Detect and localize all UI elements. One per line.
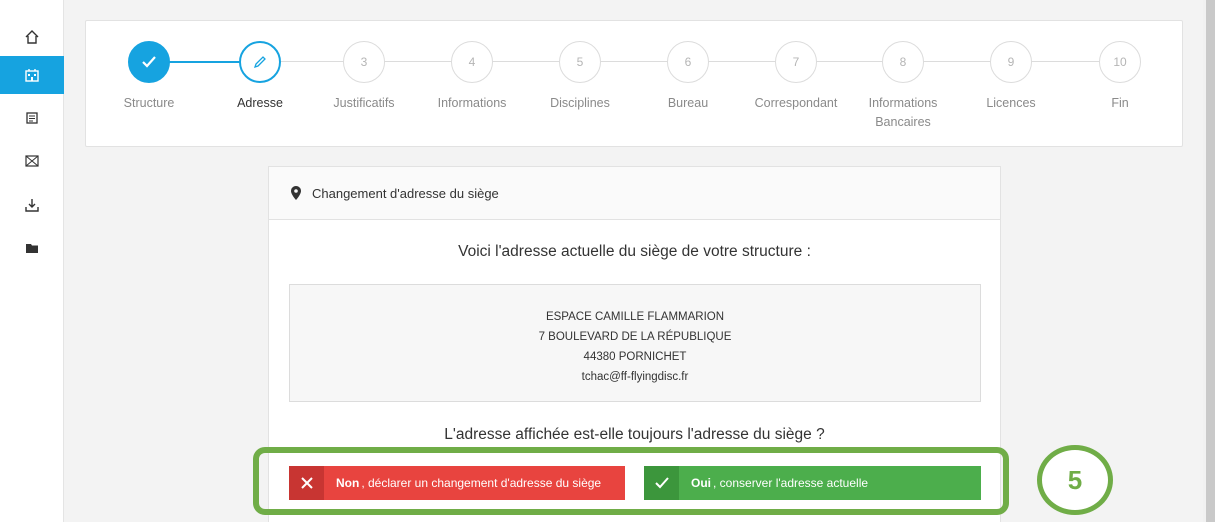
address-email: tchac@ff-flyingdisc.fr [581, 371, 689, 383]
step-structure[interactable]: Structure [94, 41, 204, 113]
check-icon [142, 56, 156, 68]
step-label: Licences [986, 96, 1036, 110]
step-label: Adresse [237, 96, 283, 110]
panel-title: Changement d'adresse du siège [312, 185, 499, 201]
step-label-line1: Informations [868, 96, 938, 110]
sidebar-item-downloads[interactable] [0, 186, 64, 224]
sidebar-item-files[interactable] [0, 229, 64, 267]
step-number: 3 [343, 41, 385, 83]
step-label: Disciplines [550, 96, 610, 110]
scrollbar-thumb[interactable] [1206, 0, 1215, 522]
step-number: 5 [559, 41, 601, 83]
step-number: 9 [990, 41, 1032, 83]
sidebar [0, 0, 64, 522]
address-intro-text: Voici l'adresse actuelle du siège de vot… [458, 243, 811, 260]
step-label: Structure [123, 96, 175, 110]
step-number: 4 [451, 41, 493, 83]
folder-icon [26, 244, 38, 253]
step-number: 10 [1099, 41, 1141, 83]
step-done-circle [128, 41, 170, 83]
annotation-highlight-box [253, 447, 1009, 515]
address-line-2: 7 BOULEVARD DE LA RÉPUBLIQUE [538, 331, 732, 343]
download-tray-icon [25, 199, 39, 212]
address-line-3: 44380 PORNICHET [583, 351, 687, 363]
page-scrollbar[interactable] [1203, 0, 1215, 522]
sidebar-item-structure[interactable] [0, 56, 64, 94]
step-label: Bureau [667, 96, 709, 110]
step-number: 6 [667, 41, 709, 83]
address-question: L'adresse affichée est-elle toujours l'a… [444, 426, 825, 443]
current-address-box: ESPACE CAMILLE FLAMMARION 7 BOULEVARD DE… [289, 284, 981, 402]
step-justificatifs[interactable]: 3 Justificatifs [309, 41, 419, 113]
step-adresse[interactable]: Adresse [205, 41, 315, 113]
step-informations[interactable]: 4 Informations [417, 41, 527, 113]
step-number: 8 [882, 41, 924, 83]
step-label: Informations Bancaires [848, 94, 958, 132]
sidebar-item-home[interactable] [0, 18, 64, 56]
step-informations-bancaires[interactable]: 8 Informations Bancaires [848, 41, 958, 132]
pencil-icon [253, 56, 266, 69]
sidebar-item-documents[interactable] [0, 99, 64, 137]
sidebar-item-competitions[interactable] [0, 142, 64, 180]
step-label: Justificatifs [333, 96, 395, 110]
step-label: Fin [1111, 96, 1129, 110]
step-licences[interactable]: 9 Licences [956, 41, 1066, 113]
panel-header: Changement d'adresse du siège [269, 167, 1000, 220]
stepper: Structure Adresse 3 Justificatifs 4 Info… [85, 20, 1183, 147]
home-icon [25, 30, 39, 44]
step-correspondant[interactable]: 7 Correspondant [741, 41, 851, 113]
step-label-line2: Bancaires [875, 115, 931, 129]
step-disciplines[interactable]: 5 Disciplines [525, 41, 635, 113]
building-icon [25, 69, 39, 82]
map-marker-icon [291, 186, 301, 200]
step-number: 7 [775, 41, 817, 83]
documents-icon [26, 112, 38, 124]
address-line-1: ESPACE CAMILLE FLAMMARION [545, 311, 725, 323]
step-bureau[interactable]: 6 Bureau [633, 41, 743, 113]
step-current-circle [239, 41, 281, 83]
checkered-flag-icon [25, 155, 39, 167]
step-label: Informations [437, 96, 507, 110]
step-label: Correspondant [754, 96, 838, 110]
step-fin[interactable]: 10 Fin [1065, 41, 1175, 113]
annotation-step-badge: 5 [1037, 445, 1113, 515]
